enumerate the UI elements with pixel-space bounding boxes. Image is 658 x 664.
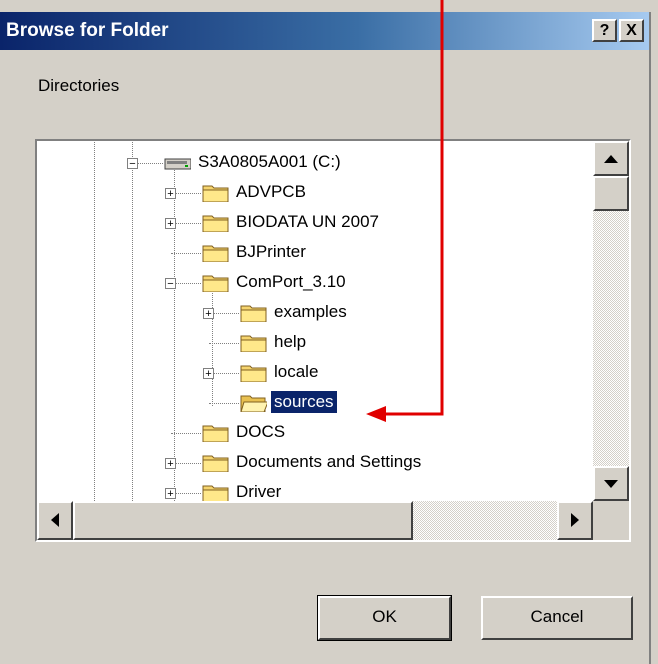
- annotation-arrow: [366, 0, 444, 422]
